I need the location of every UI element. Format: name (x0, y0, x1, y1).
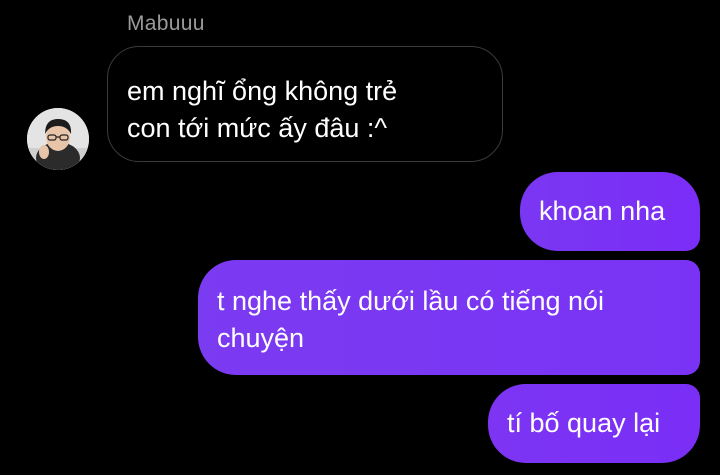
outgoing-message-bubble[interactable]: khoan nha (520, 172, 700, 251)
avatar-photo-icon (27, 108, 89, 170)
sender-name: Mabuuu (127, 12, 205, 35)
avatar[interactable] (27, 108, 89, 170)
incoming-message-bubble[interactable]: em nghĩ ổng không trẻ con tới mức ấy đâu… (107, 46, 503, 162)
outgoing-message-bubble[interactable]: t nghe thấy dưới lầu có tiếng nói chuyện (198, 260, 700, 375)
outgoing-message-bubble[interactable]: tí bố quay lại (488, 384, 700, 463)
